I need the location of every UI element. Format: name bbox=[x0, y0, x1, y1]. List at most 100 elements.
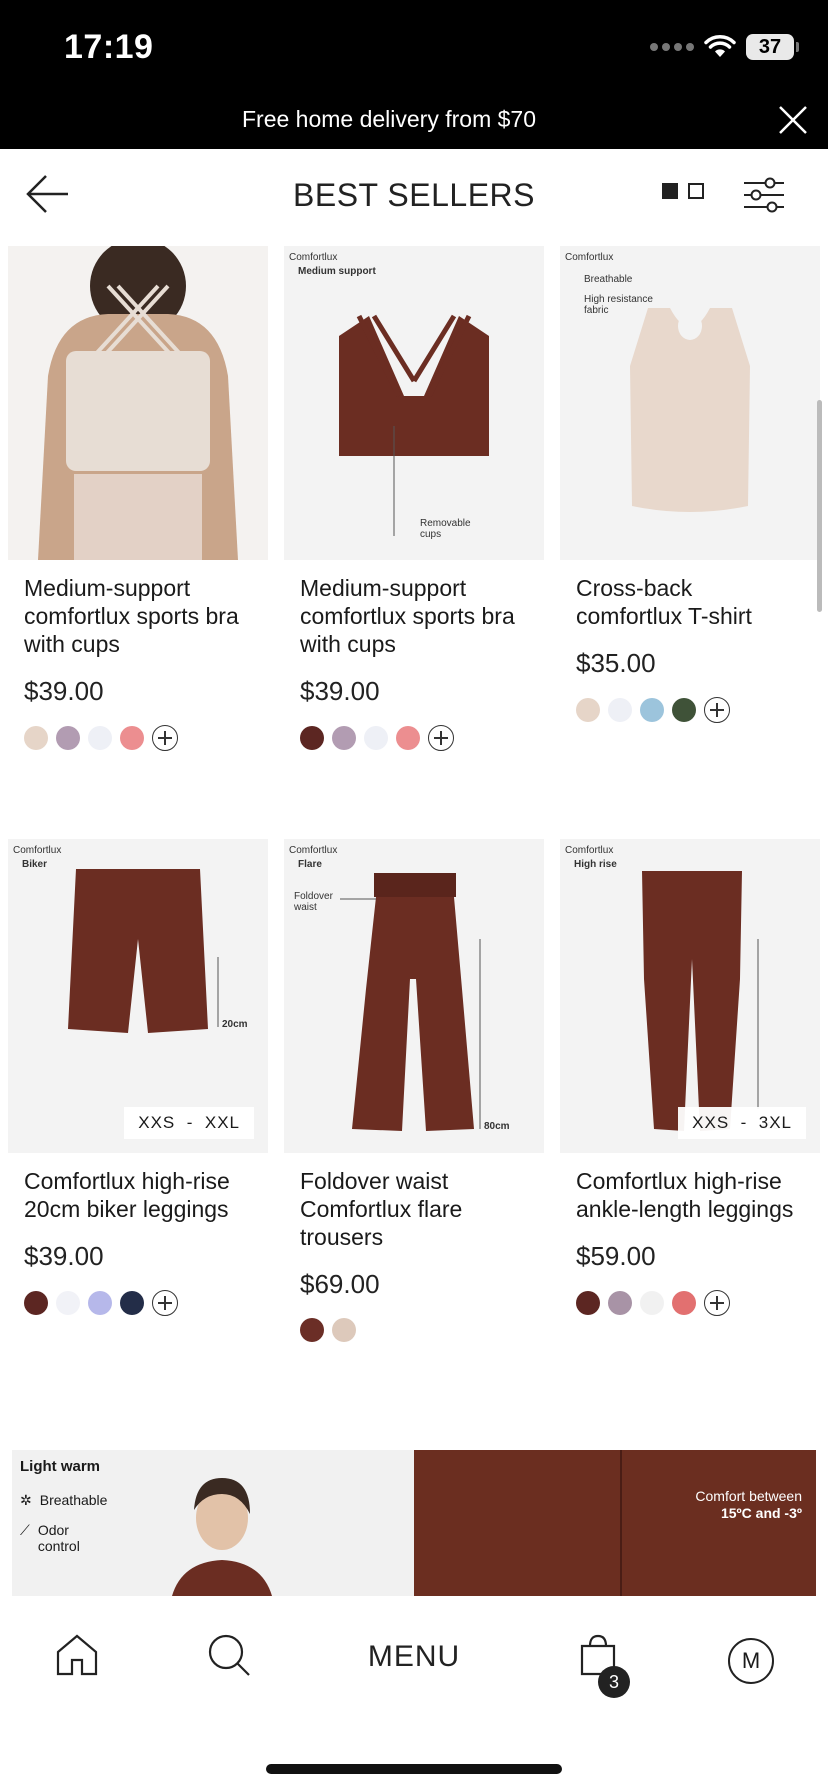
model-back-illustration bbox=[38, 246, 238, 560]
status-time: 17:19 bbox=[64, 28, 154, 66]
color-swatches bbox=[576, 697, 804, 723]
more-colors-icon[interactable] bbox=[428, 725, 454, 751]
color-swatch[interactable] bbox=[576, 1291, 600, 1315]
more-colors-icon[interactable] bbox=[152, 1290, 178, 1316]
breathable-icon: ✲ bbox=[20, 1492, 32, 1508]
more-colors-icon[interactable] bbox=[704, 697, 730, 723]
color-swatch[interactable] bbox=[576, 698, 600, 722]
image-label: 20cm bbox=[222, 1019, 248, 1030]
comfort-range: 15ºC and -3º bbox=[720, 1505, 802, 1521]
product-name[interactable]: Medium-support comfortlux sports bra wit… bbox=[24, 574, 252, 658]
model-portrait-illustration bbox=[172, 1478, 272, 1596]
color-swatch[interactable] bbox=[672, 698, 696, 722]
cart-count-badge: 3 bbox=[598, 1666, 630, 1698]
product-name[interactable]: Comfortlux high-rise ankle-length leggin… bbox=[576, 1167, 804, 1223]
size-separator: - bbox=[740, 1113, 748, 1132]
biker-leggings-illustration bbox=[68, 869, 219, 1033]
color-swatch[interactable] bbox=[640, 1291, 664, 1315]
size-range-badge: XXS - XXL bbox=[124, 1107, 254, 1139]
image-label: High rise bbox=[574, 859, 617, 870]
product-image[interactable]: Comfortlux Flare Foldover waist 80cm bbox=[284, 839, 544, 1153]
product-card[interactable]: Comfortlux High rise 65cm XXS - 3XL Comf… bbox=[560, 839, 820, 1342]
color-swatch[interactable] bbox=[88, 1291, 112, 1315]
image-label: Biker bbox=[22, 859, 48, 870]
color-swatch[interactable] bbox=[88, 726, 112, 750]
comfort-text: Comfort between bbox=[695, 1488, 802, 1504]
product-price: $39.00 bbox=[300, 676, 380, 706]
color-swatch[interactable] bbox=[672, 1291, 696, 1315]
color-swatches bbox=[576, 1290, 804, 1316]
image-label: Flare bbox=[298, 859, 322, 870]
color-swatch[interactable] bbox=[56, 726, 80, 750]
home-indicator bbox=[266, 1764, 562, 1774]
filter-icon[interactable] bbox=[742, 175, 786, 215]
battery-icon: 37 bbox=[746, 34, 799, 60]
product-row: Medium-support comfortlux sports bra wit… bbox=[8, 246, 820, 751]
banner-feature: ⟋ Odor control bbox=[20, 1522, 110, 1554]
sports-bra-illustration bbox=[339, 314, 489, 536]
size-max: 3XL bbox=[758, 1113, 792, 1132]
close-icon[interactable] bbox=[776, 103, 810, 137]
double-view-icon[interactable] bbox=[688, 183, 704, 199]
product-name[interactable]: Medium-support comfortlux sports bra wit… bbox=[300, 574, 528, 658]
image-label: Comfortlux bbox=[13, 845, 62, 856]
product-card[interactable]: Comfortlux Biker 20cm XXS - XXL Comfortl… bbox=[8, 839, 268, 1342]
image-label: Comfortlux bbox=[289, 845, 338, 856]
product-grid: Medium-support comfortlux sports bra wit… bbox=[8, 246, 820, 1342]
promo-text: Free home delivery from $70 bbox=[241, 106, 536, 132]
menu-button[interactable]: MENU bbox=[0, 1640, 828, 1674]
product-image[interactable]: Comfortlux Medium support Removable cups bbox=[284, 246, 544, 560]
wifi-icon bbox=[704, 35, 736, 57]
color-swatch[interactable] bbox=[120, 726, 144, 750]
product-card[interactable]: Comfortlux Flare Foldover waist 80cm Fol… bbox=[284, 839, 544, 1342]
image-label: Breathable bbox=[584, 274, 633, 285]
product-price: $35.00 bbox=[576, 648, 656, 678]
size-separator: - bbox=[186, 1113, 194, 1132]
product-card[interactable]: Comfortlux Medium support Removable cups… bbox=[284, 246, 544, 751]
color-swatch[interactable] bbox=[364, 726, 388, 750]
color-swatch[interactable] bbox=[24, 726, 48, 750]
image-label: High resistance fabric bbox=[584, 294, 653, 316]
color-swatch[interactable] bbox=[332, 726, 356, 750]
bottom-nav: MENU 3 M bbox=[0, 1596, 828, 1712]
product-price: $69.00 bbox=[300, 1269, 380, 1299]
color-swatches bbox=[300, 725, 528, 751]
color-swatch[interactable] bbox=[608, 698, 632, 722]
color-swatch[interactable] bbox=[640, 698, 664, 722]
ankle-leggings-illustration bbox=[642, 871, 759, 1131]
page-header: BEST SELLERS bbox=[0, 149, 828, 245]
size-min: XXS bbox=[138, 1113, 176, 1132]
color-swatches bbox=[24, 725, 252, 751]
feature-label: Breathable bbox=[39, 1492, 108, 1508]
color-swatch[interactable] bbox=[120, 1291, 144, 1315]
more-colors-icon[interactable] bbox=[152, 725, 178, 751]
product-card[interactable]: Comfortlux Breathable High resistance fa… bbox=[560, 246, 820, 751]
more-colors-icon[interactable] bbox=[704, 1290, 730, 1316]
product-name[interactable]: Cross-back comfortlux T-shirt bbox=[576, 574, 804, 630]
product-image[interactable]: Comfortlux High rise 65cm XXS - 3XL bbox=[560, 839, 820, 1153]
size-max: XXL bbox=[204, 1113, 240, 1132]
product-card[interactable]: Medium-support comfortlux sports bra wit… bbox=[8, 246, 268, 751]
image-label: Removable cups bbox=[420, 518, 471, 540]
product-name[interactable]: Foldover waist Comfortlux flare trousers bbox=[300, 1167, 528, 1251]
product-image[interactable] bbox=[8, 246, 268, 560]
status-and-promo: 17:19 37 Free home delivery from $70 bbox=[0, 0, 828, 149]
image-label: Comfortlux bbox=[565, 252, 614, 263]
scrollbar[interactable] bbox=[817, 400, 822, 612]
single-view-icon[interactable] bbox=[662, 183, 678, 199]
color-swatch[interactable] bbox=[396, 726, 420, 750]
grid-view-toggle[interactable] bbox=[662, 183, 704, 199]
color-swatch[interactable] bbox=[332, 1318, 356, 1342]
color-swatch[interactable] bbox=[24, 1291, 48, 1315]
product-name[interactable]: Comfortlux high-rise 20cm biker leggings bbox=[24, 1167, 252, 1223]
size-range-badge: XXS - 3XL bbox=[678, 1107, 806, 1139]
account-avatar[interactable]: M bbox=[728, 1638, 774, 1684]
color-swatch[interactable] bbox=[608, 1291, 632, 1315]
collection-banner[interactable]: Light warm ✲ Breathable ⟋ Odor control C… bbox=[12, 1450, 816, 1596]
color-swatch[interactable] bbox=[300, 1318, 324, 1342]
odor-control-icon: ⟋ bbox=[20, 1522, 30, 1538]
color-swatch[interactable] bbox=[300, 726, 324, 750]
color-swatch[interactable] bbox=[56, 1291, 80, 1315]
product-image[interactable]: Comfortlux Biker 20cm XXS - XXL bbox=[8, 839, 268, 1153]
product-image[interactable]: Comfortlux Breathable High resistance fa… bbox=[560, 246, 820, 560]
